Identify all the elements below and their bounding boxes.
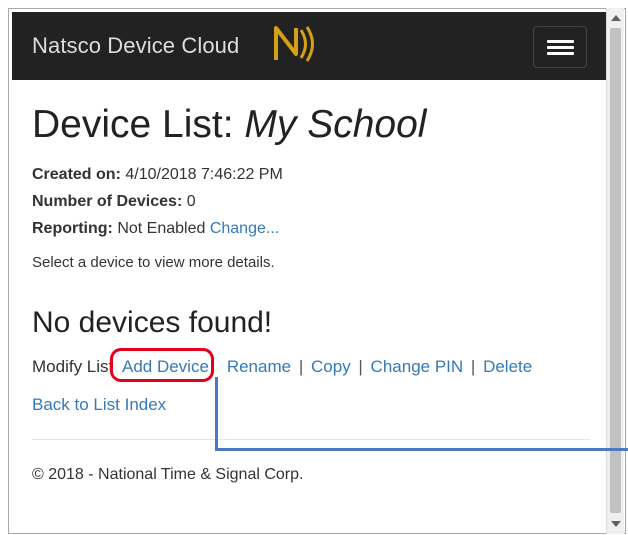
created-row: Created on: 4/10/2018 7:46:22 PM	[32, 166, 283, 183]
separator: |	[216, 357, 220, 376]
reporting-row: Reporting: Not Enabled Change...	[32, 220, 280, 237]
rename-link[interactable]: Rename	[227, 357, 291, 376]
footer-divider	[32, 439, 590, 440]
browser-frame: Natsco Device Cloud Device List: My Scho…	[8, 8, 626, 534]
modify-list-label: Modify List	[32, 357, 114, 376]
navbar: Natsco Device Cloud	[12, 12, 608, 80]
list-details: Created on: 4/10/2018 7:46:22 PM Number …	[32, 161, 602, 242]
scroll-thumb[interactable]	[610, 28, 621, 513]
back-to-list-index-link[interactable]: Back to List Index	[32, 395, 166, 414]
separator: |	[470, 357, 476, 376]
separator: |	[358, 357, 363, 376]
brand-name[interactable]: Natsco Device Cloud	[32, 33, 239, 59]
change-reporting-link[interactable]: Change...	[210, 220, 279, 237]
scroll-up-icon[interactable]	[611, 15, 621, 21]
copy-link[interactable]: Copy	[311, 357, 351, 376]
modify-list-actions: Modify List Add Device | Rename | Copy |…	[32, 348, 602, 382]
menu-toggle-button[interactable]	[533, 26, 587, 68]
delete-link[interactable]: Delete	[483, 357, 532, 376]
select-device-hint: Select a device to view more details.	[32, 254, 275, 271]
list-name: My School	[244, 103, 427, 146]
device-count-row: Number of Devices: 0	[32, 193, 196, 210]
page-title: Device List: My School	[32, 103, 427, 146]
change-pin-link[interactable]: Change PIN	[371, 357, 464, 376]
separator: |	[298, 357, 304, 376]
footer-copyright: © 2018 - National Time & Signal Corp.	[32, 466, 304, 483]
scroll-down-icon[interactable]	[611, 521, 621, 527]
empty-state-heading: No devices found!	[32, 306, 273, 339]
callout-line-vertical	[215, 377, 218, 450]
hamburger-icon	[547, 40, 574, 43]
natsco-logo-icon	[270, 22, 320, 71]
main-content: Device List: My School Created on: 4/10/…	[32, 101, 602, 484]
highlight-circle	[109, 348, 214, 382]
callout-line-horizontal	[215, 448, 628, 451]
vertical-scrollbar[interactable]	[606, 8, 624, 534]
